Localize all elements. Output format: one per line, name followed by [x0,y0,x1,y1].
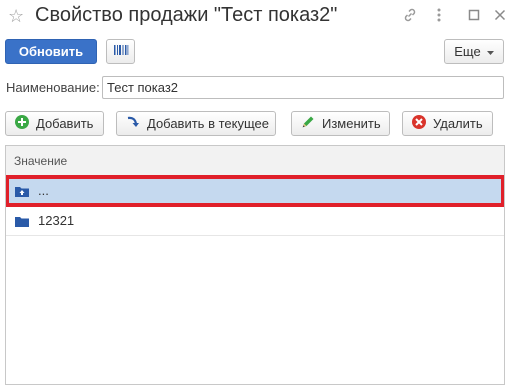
column-header-value[interactable]: Значение [14,154,67,168]
more-button[interactable]: Еще [444,39,504,64]
add-to-current-button[interactable]: Добавить в текущее [116,111,276,136]
table-row[interactable]: 12321 [6,206,504,236]
edit-button[interactable]: Изменить [291,111,390,136]
row-value: 12321 [38,213,75,228]
maximize-icon[interactable] [465,6,483,24]
add-icon [14,114,30,133]
close-icon[interactable] [491,6,509,24]
barcode-button[interactable] [106,39,135,64]
title-bar: ☆ Свойство продажи "Тест показ2" [0,0,519,34]
edit-button-label: Изменить [322,116,381,131]
window-title: Свойство продажи "Тест показ2" [35,4,338,26]
delete-button-label: Удалить [433,116,483,131]
arrow-down-right-icon [125,114,141,133]
table-header: Значение [6,146,504,176]
table-row[interactable]: ... [6,175,504,207]
more-vertical-icon[interactable] [430,6,448,24]
barcode-icon [113,44,129,59]
folder-icon [15,215,29,227]
more-button-label: Еще [454,44,481,59]
delete-icon [411,114,427,133]
add-button[interactable]: Добавить [5,111,104,136]
delete-button[interactable]: Удалить [402,111,493,136]
values-table: Значение ... 12321 [5,145,505,385]
refresh-button[interactable]: Обновить [5,39,97,64]
link-icon[interactable] [401,6,419,24]
folder-up-icon [15,185,29,197]
chevron-down-icon [486,44,494,59]
pencil-icon [300,114,316,133]
favorite-star-icon[interactable]: ☆ [8,7,26,25]
add-to-current-button-label: Добавить в текущее [147,116,269,131]
name-label: Наименование: [6,80,100,95]
add-button-label: Добавить [36,116,94,131]
row-value: ... [38,183,49,198]
name-input[interactable] [102,76,504,99]
refresh-button-label: Обновить [18,44,84,59]
